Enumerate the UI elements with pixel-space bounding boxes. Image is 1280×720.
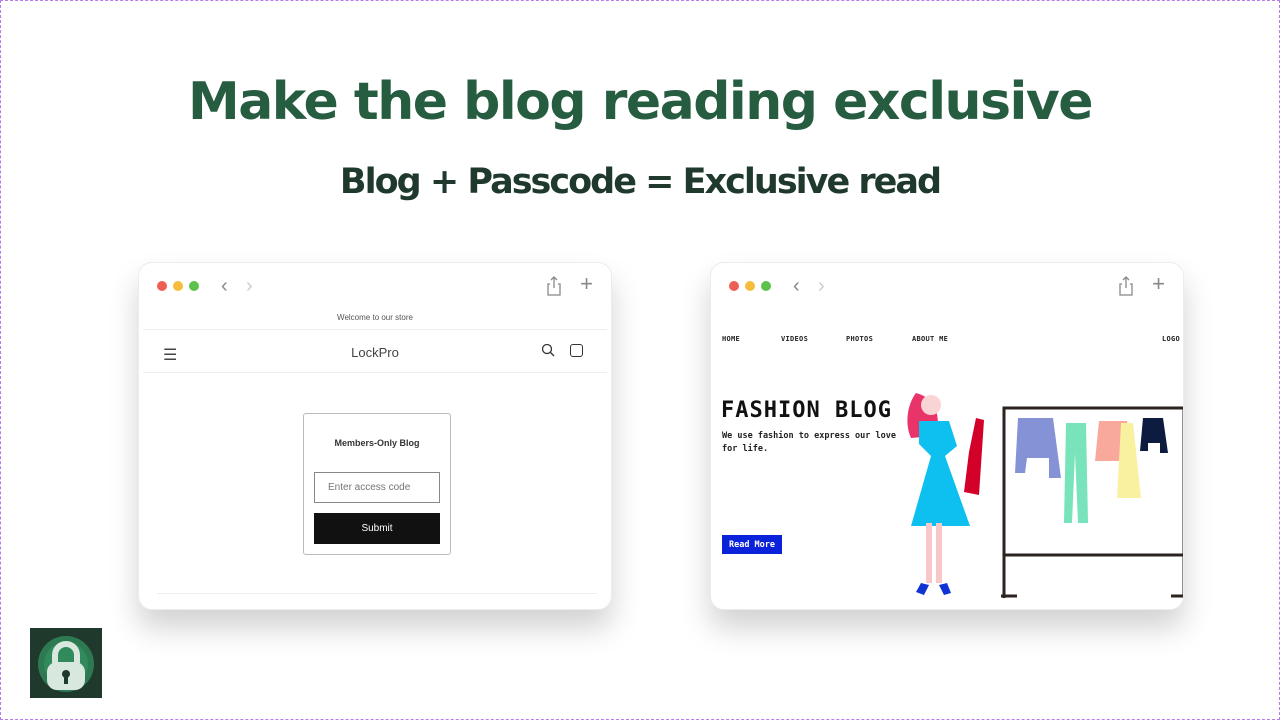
minimize-dot-icon[interactable] (745, 281, 755, 291)
share-icon[interactable] (1119, 276, 1133, 296)
announcement-bar: Welcome to our store (337, 313, 413, 322)
blog-browser-window: ‹ › + HOME VIDEOS PHOTOS ABOUT ME LOGO F… (710, 262, 1184, 610)
search-icon[interactable] (541, 343, 555, 357)
new-tab-icon[interactable]: + (1152, 271, 1165, 297)
passcode-card: Members-Only Blog Submit (303, 413, 451, 555)
divider (143, 372, 607, 373)
nav-home[interactable]: HOME (722, 335, 740, 343)
navy-top (1140, 418, 1168, 453)
browser-chrome: ‹ › + (139, 263, 611, 307)
access-code-input[interactable] (314, 472, 440, 503)
maximize-dot-icon[interactable] (189, 281, 199, 291)
blog-logo[interactable]: LOGO (1162, 335, 1180, 343)
back-icon[interactable]: ‹ (221, 275, 228, 298)
back-icon[interactable]: ‹ (793, 275, 800, 298)
subheadline: Blog + Passcode = Exclusive read (339, 162, 942, 202)
browser-chrome: ‹ › + (711, 263, 1183, 307)
share-icon[interactable] (547, 276, 561, 296)
new-tab-icon[interactable]: + (580, 271, 593, 297)
fashion-illustration (907, 393, 1183, 598)
yellow-dress (1117, 423, 1141, 498)
red-dress (964, 418, 984, 495)
forward-icon[interactable]: › (246, 275, 253, 298)
maximize-dot-icon[interactable] (761, 281, 771, 291)
nav-about-me[interactable]: ABOUT ME (912, 335, 948, 343)
close-dot-icon[interactable] (157, 281, 167, 291)
woman-legs (926, 523, 942, 583)
trousers (1064, 423, 1088, 523)
hero-title: FASHION BLOG (721, 398, 892, 423)
woman-head (921, 395, 941, 415)
divider (143, 329, 607, 330)
cart-icon[interactable] (570, 344, 583, 357)
divider (157, 593, 597, 594)
hero-text: We use fashion to express our love for l… (722, 431, 896, 454)
store-browser-window: ‹ › + Welcome to our store ☰ LockPro Mem… (138, 262, 612, 610)
read-more-button[interactable]: Read More (722, 535, 782, 554)
nav-photos[interactable]: PHOTOS (846, 335, 873, 343)
padlock-icon (38, 636, 94, 692)
submit-button[interactable]: Submit (314, 513, 440, 544)
forward-icon[interactable]: › (818, 275, 825, 298)
close-dot-icon[interactable] (729, 281, 739, 291)
blazer (1015, 418, 1061, 478)
headline: Make the blog reading exclusive (187, 72, 1094, 132)
card-title: Members-Only Blog (334, 438, 420, 448)
woman-shoes (916, 583, 951, 595)
minimize-dot-icon[interactable] (173, 281, 183, 291)
nav-videos[interactable]: VIDEOS (781, 335, 808, 343)
woman-dress (911, 421, 970, 526)
app-badge (30, 628, 102, 698)
